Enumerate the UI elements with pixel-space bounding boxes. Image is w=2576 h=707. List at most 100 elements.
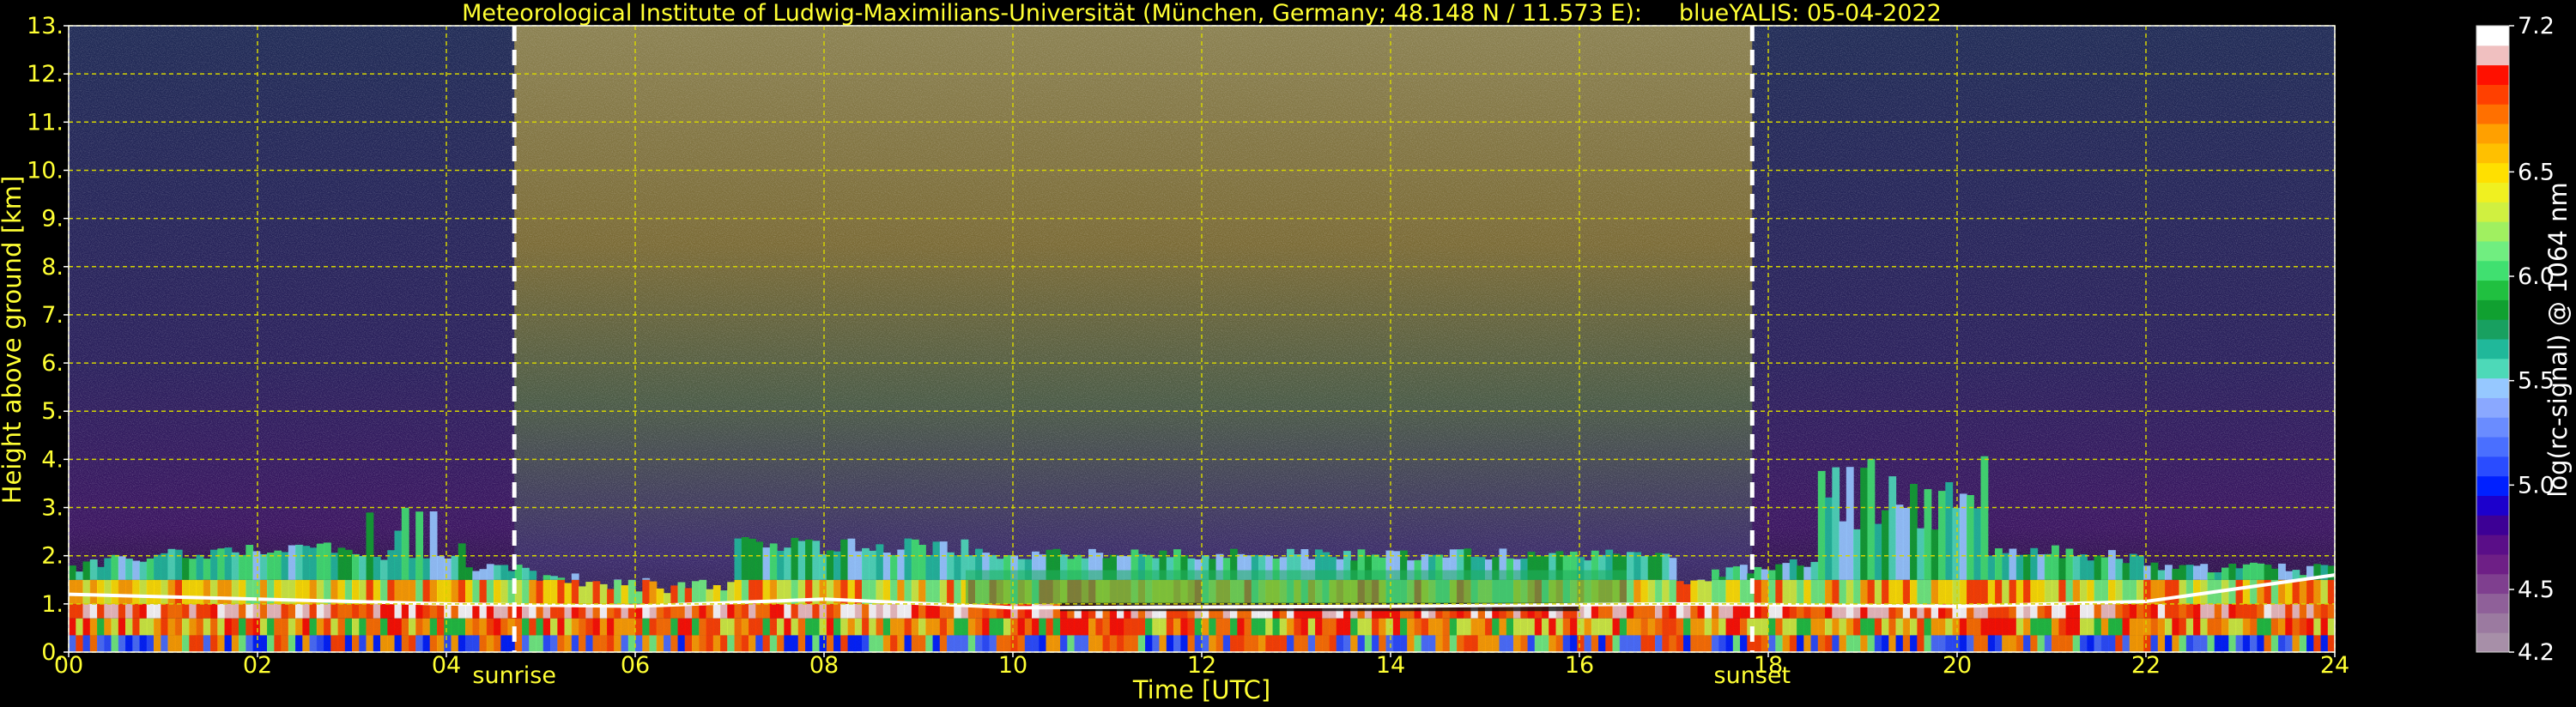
boundary-layer-cell xyxy=(451,555,459,580)
boundary-layer-cell xyxy=(812,635,821,652)
boundary-layer-cell xyxy=(2080,579,2088,604)
boundary-layer-cell xyxy=(1591,618,1599,636)
boundary-layer-cell xyxy=(2129,553,2137,580)
boundary-layer-cell xyxy=(720,618,728,636)
boundary-layer-cell xyxy=(2264,603,2272,619)
y-tick-label: 1. xyxy=(41,591,64,618)
boundary-layer-cell xyxy=(2002,618,2010,636)
boundary-layer-cell xyxy=(614,618,622,636)
boundary-layer-cell xyxy=(2172,603,2180,619)
boundary-layer-cell xyxy=(1959,618,1967,636)
boundary-layer-cell xyxy=(1853,618,1861,636)
boundary-layer-cell xyxy=(1407,618,1415,636)
boundary-layer-cell xyxy=(1640,603,1649,619)
boundary-layer-cell xyxy=(1832,579,1840,604)
boundary-layer-cell xyxy=(2037,635,2046,652)
boundary-layer-cell xyxy=(1230,618,1238,636)
boundary-layer-cell xyxy=(1832,635,1840,652)
boundary-layer-cell xyxy=(1520,618,1529,636)
boundary-layer-cell xyxy=(954,579,962,604)
boundary-layer-cell xyxy=(465,635,473,652)
boundary-layer-cell xyxy=(2242,603,2251,619)
boundary-layer-cell xyxy=(1959,579,1967,604)
boundary-layer-cell xyxy=(1740,618,1748,636)
boundary-layer-cell xyxy=(324,603,331,619)
boundary-layer-cell xyxy=(1712,603,1719,619)
boundary-layer-cell xyxy=(401,635,409,652)
boundary-layer-cell xyxy=(2129,603,2137,619)
boundary-layer-cell xyxy=(89,579,98,604)
boundary-layer-cell xyxy=(2122,563,2131,580)
boundary-layer-cell xyxy=(125,579,133,604)
boundary-layer-cell xyxy=(1930,579,1939,604)
boundary-layer-cell xyxy=(819,553,827,580)
boundary-layer-cell xyxy=(1676,635,1684,652)
boundary-layer-cell xyxy=(2108,550,2116,580)
boundary-layer-cell xyxy=(281,603,289,619)
boundary-layer-cell xyxy=(1839,618,1847,636)
colorbar-segment xyxy=(2476,182,2509,202)
boundary-layer-cell xyxy=(2143,603,2152,619)
boundary-layer-cell xyxy=(1173,635,1181,652)
boundary-layer-cell xyxy=(104,618,112,636)
boundary-layer-cell xyxy=(699,579,707,604)
y-tick-label: 4. xyxy=(41,446,64,473)
boundary-layer-cell xyxy=(692,618,700,636)
boundary-layer-cell xyxy=(415,618,424,636)
boundary-layer-cell xyxy=(649,635,658,652)
boundary-layer-cell xyxy=(104,558,112,580)
boundary-layer-cell xyxy=(2257,603,2265,619)
boundary-layer-cell xyxy=(89,618,98,636)
boundary-layer-cell xyxy=(2228,579,2237,604)
boundary-layer-cell xyxy=(154,554,161,580)
boundary-layer-cell xyxy=(762,618,771,636)
boundary-layer-cell xyxy=(918,545,926,580)
boundary-layer-cell xyxy=(890,635,898,652)
boundary-layer-cell xyxy=(1527,618,1536,636)
boundary-layer-cell xyxy=(1477,618,1486,636)
boundary-layer-cell xyxy=(2058,618,2067,636)
boundary-layer-cell xyxy=(1010,635,1019,652)
boundary-layer-cell xyxy=(1980,579,1989,604)
boundary-layer-cell xyxy=(1428,635,1436,652)
boundary-layer-cell xyxy=(932,618,941,636)
convective-layer xyxy=(966,570,1627,604)
boundary-layer-cell xyxy=(1039,635,1047,652)
boundary-layer-cell xyxy=(769,618,778,636)
boundary-layer-cell xyxy=(1967,618,1974,636)
boundary-layer-cell xyxy=(699,603,707,619)
boundary-layer-cell xyxy=(330,618,339,636)
boundary-layer-cell xyxy=(82,579,91,604)
boundary-layer-cell xyxy=(1130,618,1139,636)
boundary-layer-cell xyxy=(769,543,778,580)
boundary-layer-cell xyxy=(1549,635,1557,652)
boundary-layer-cell xyxy=(1343,618,1351,636)
boundary-layer-cell xyxy=(132,603,141,619)
boundary-layer-cell xyxy=(146,618,155,636)
colorbar-segment xyxy=(2476,339,2509,360)
boundary-layer-cell xyxy=(189,603,197,619)
boundary-layer-cell xyxy=(1655,553,1663,580)
boundary-layer-cell xyxy=(854,603,863,619)
boundary-layer-cell xyxy=(522,579,530,604)
boundary-layer-cell xyxy=(1145,618,1153,636)
boundary-layer-cell xyxy=(97,635,105,652)
boundary-layer-cell xyxy=(2037,554,2046,580)
boundary-layer-cell xyxy=(309,618,318,636)
boundary-layer-cell xyxy=(1300,618,1309,636)
boundary-layer-cell xyxy=(1910,635,1918,652)
colorbar-segment xyxy=(2476,475,2509,496)
boundary-layer-cell xyxy=(2044,579,2052,604)
boundary-layer-cell xyxy=(869,603,877,619)
x-tick-label: 22 xyxy=(2131,652,2161,679)
boundary-layer-cell xyxy=(494,565,501,580)
boundary-layer-cell xyxy=(1159,618,1167,636)
boundary-layer-cell xyxy=(267,618,275,636)
boundary-layer-cell xyxy=(1782,579,1791,604)
boundary-layer-cell xyxy=(1895,505,1904,580)
boundary-layer-cell xyxy=(876,544,884,580)
boundary-layer-cell xyxy=(1081,635,1089,652)
boundary-layer-cell xyxy=(486,579,494,604)
boundary-layer-cell xyxy=(712,618,721,636)
boundary-layer-cell xyxy=(904,603,912,619)
